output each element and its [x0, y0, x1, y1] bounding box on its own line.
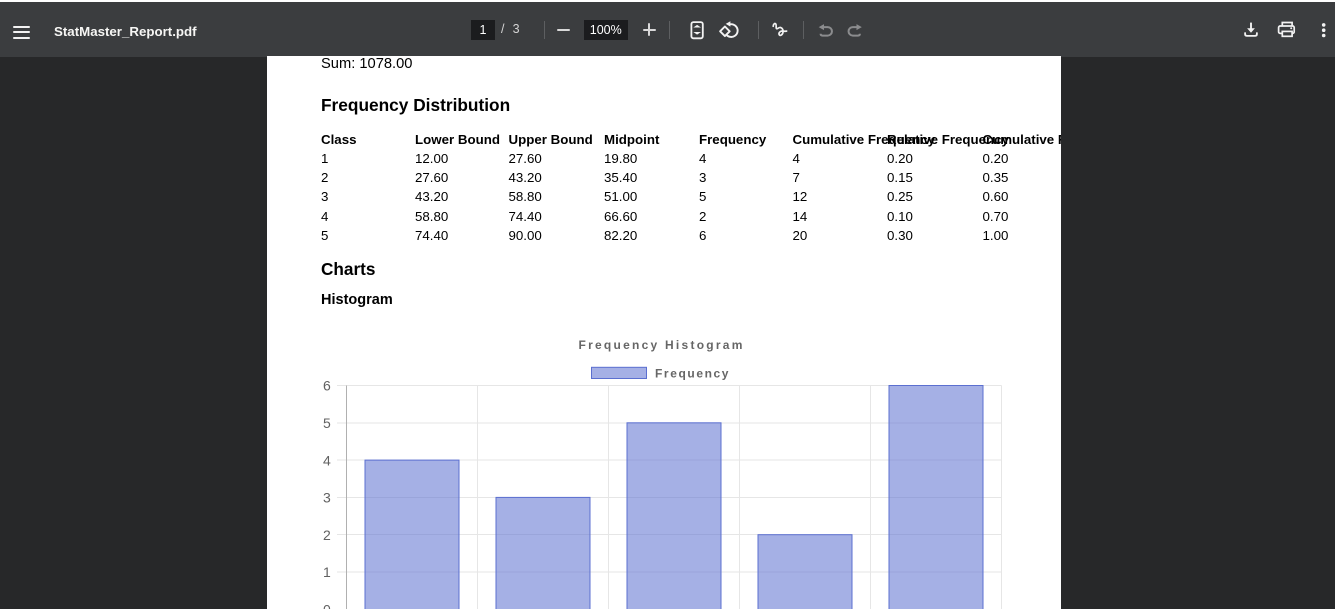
svg-text:1: 1: [323, 564, 331, 580]
svg-text:Frequency: Frequency: [655, 367, 730, 381]
svg-text:0: 0: [323, 602, 331, 609]
svg-text:5: 5: [323, 415, 331, 431]
svg-text:2: 2: [323, 527, 331, 543]
svg-text:3: 3: [323, 490, 331, 506]
svg-text:6: 6: [323, 378, 331, 394]
svg-text:4: 4: [323, 452, 331, 468]
svg-text:Frequency Histogram: Frequency Histogram: [579, 338, 745, 352]
